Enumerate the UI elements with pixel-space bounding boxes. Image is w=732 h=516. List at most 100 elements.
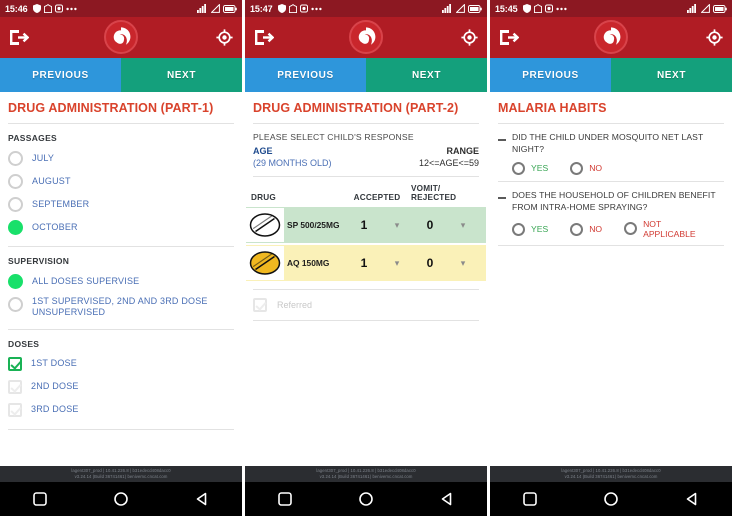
checkbox-option-2nd-dose[interactable]: 2ND DOSE — [0, 376, 242, 399]
camera-icon — [299, 4, 308, 13]
drug-name: AQ 150MG — [287, 258, 330, 269]
accepted-value: 1 — [360, 256, 368, 271]
location-target-icon — [461, 29, 478, 46]
status-bar: 15:46 — [0, 0, 242, 17]
circle-home-icon[interactable] — [604, 492, 618, 506]
answer-option-yes[interactable]: YES — [512, 162, 548, 176]
status-bar: 15:45 — [490, 0, 732, 17]
collapse-minus-icon[interactable] — [498, 139, 506, 141]
location-target-icon — [216, 29, 233, 46]
radio-option-september[interactable]: SEPTEMBER — [0, 193, 242, 216]
logout-icon — [10, 30, 29, 45]
wizard-nav: PREVIOUS NEXT — [245, 58, 487, 92]
android-navigation-bar — [490, 482, 732, 516]
logout-button[interactable] — [254, 29, 274, 46]
checkbox-option-1st-dose[interactable]: 1ST DOSE — [0, 353, 242, 376]
status-time: 15:46 — [5, 3, 28, 14]
age-range-values: (29 MONTHS OLD) 12<=AGE<=59 — [245, 157, 487, 169]
checkbox-label: 1ST DOSE — [31, 358, 77, 369]
radio-option-august[interactable]: AUGUST — [0, 170, 242, 193]
next-button[interactable]: NEXT — [611, 58, 732, 92]
accepted-value: 1 — [360, 218, 368, 233]
answer-label: NO — [589, 162, 603, 173]
radio-option-october[interactable]: OCTOBER — [0, 216, 242, 239]
page-title: MALARIA HABITS — [498, 101, 607, 115]
system-footer: lagent307_prod | 10.41.226.8 | b31edecd4… — [490, 466, 732, 516]
square-recents-icon[interactable] — [523, 492, 538, 506]
question-text: DID THE CHILD UNDER MOSQUITO NET LAST NI… — [512, 132, 704, 154]
circle-home-icon[interactable] — [114, 492, 128, 506]
logout-button[interactable] — [499, 29, 519, 46]
app-bar — [490, 17, 732, 58]
square-recents-icon[interactable] — [278, 492, 293, 506]
logout-icon — [500, 30, 519, 45]
shield-icon — [277, 4, 286, 13]
triangle-back-icon[interactable] — [440, 492, 454, 506]
previous-button[interactable]: PREVIOUS — [0, 58, 121, 92]
vomit-dropdown-chevron-down-icon[interactable]: ▾ — [452, 258, 474, 269]
form-content: DRUG ADMINISTRATION (PART-2) PLEASE SELE… — [245, 92, 487, 466]
white-pill-icon — [246, 208, 284, 243]
radio-label: OCTOBER — [32, 221, 78, 232]
circle-home-icon[interactable] — [359, 492, 373, 506]
previous-button[interactable]: PREVIOUS — [490, 58, 611, 92]
square-recents-icon[interactable] — [33, 492, 48, 506]
system-footer: lagent307_prod | 10.41.226.8 | b31edecd4… — [245, 466, 487, 516]
phone-screen-3: 15:45 PREVIOUS NEXT MALARIA HABITS DID T… — [490, 0, 732, 516]
brand-logo-icon — [353, 24, 379, 50]
divider — [8, 428, 234, 430]
referred-checkbox-row[interactable]: Referred — [245, 290, 487, 320]
three-phone-screenshots: 15:46 PREVIOUS NEXT DRUG ADMINISTRATION … — [0, 0, 732, 516]
location-target-button[interactable] — [706, 29, 723, 46]
radio-label: 1ST SUPERVISED, 2ND AND 3RD DOSE UNSUPER… — [32, 296, 208, 318]
previous-button[interactable]: PREVIOUS — [245, 58, 366, 92]
vomit-dropdown-chevron-down-icon[interactable]: ▾ — [452, 220, 474, 231]
response-prompt: PLEASE SELECT CHILD'S RESPONSE — [253, 132, 414, 142]
triangle-back-icon[interactable] — [685, 492, 699, 506]
shirt-icon — [43, 4, 52, 13]
accepted-dropdown-chevron-down-icon[interactable]: ▾ — [386, 220, 408, 231]
brand-logo — [594, 20, 628, 54]
accepted-dropdown-chevron-down-icon[interactable]: ▾ — [386, 258, 408, 269]
range-label: RANGE — [446, 146, 479, 156]
answer-row: YES NO NOT APPLICABLE — [498, 213, 724, 239]
drug-table-header: DRUG ACCEPTED VOMIT/ REJECTED — [245, 177, 487, 207]
build-info: lagent307_prod | 10.41.226.8 | b31edecd4… — [245, 466, 487, 482]
signal-icon — [442, 4, 453, 13]
location-target-button[interactable] — [216, 29, 233, 46]
question-block-intra-home-spraying: DOES THE HOUSEHOLD OF CHILDREN BENEFIT F… — [490, 182, 732, 245]
checkbox-indicator — [8, 380, 22, 394]
status-time: 15:47 — [250, 3, 273, 14]
answer-label: NO — [589, 223, 603, 234]
next-button[interactable]: NEXT — [366, 58, 487, 92]
triangle-back-icon[interactable] — [195, 492, 209, 506]
vomit-value: 0 — [426, 256, 434, 271]
android-navigation-bar — [0, 482, 242, 516]
more-icon — [310, 7, 322, 11]
question-text: DOES THE HOUSEHOLD OF CHILDREN BENEFIT F… — [512, 190, 716, 212]
logout-button[interactable] — [9, 29, 29, 46]
age-range-header: AGE RANGE — [245, 145, 487, 157]
answer-option-yes[interactable]: YES — [512, 223, 548, 237]
answer-option-not-applicable[interactable]: NOT APPLICABLE — [624, 219, 696, 239]
brand-logo-icon — [598, 24, 624, 50]
logout-icon — [255, 30, 274, 45]
age-value: (29 MONTHS OLD) — [253, 158, 332, 168]
table-row: SP 500/25MG 1 ▾ 0 ▾ — [246, 207, 486, 244]
radio-option-july[interactable]: JULY — [0, 147, 242, 170]
next-button[interactable]: NEXT — [121, 58, 242, 92]
location-target-button[interactable] — [461, 29, 478, 46]
wizard-nav: PREVIOUS NEXT — [490, 58, 732, 92]
brand-logo — [104, 20, 138, 54]
radio-option-first-supervised[interactable]: 1ST SUPERVISED, 2ND AND 3RD DOSE UNSUPER… — [0, 293, 242, 322]
radio-indicator-selected — [8, 274, 23, 289]
checkbox-option-3rd-dose[interactable]: 3RD DOSE — [0, 399, 242, 422]
radio-option-all-doses-supervise[interactable]: ALL DOSES SUPERVISE — [0, 270, 242, 293]
camera-icon — [54, 4, 63, 13]
build-line-2: v3.24.14 (Build 36741461) benivemc.cncat… — [74, 474, 168, 480]
answer-option-no[interactable]: NO — [570, 223, 603, 237]
answer-option-no[interactable]: NO — [570, 162, 603, 176]
status-time: 15:45 — [495, 3, 518, 14]
collapse-minus-icon[interactable] — [498, 197, 506, 200]
checkbox-indicator — [8, 403, 22, 417]
